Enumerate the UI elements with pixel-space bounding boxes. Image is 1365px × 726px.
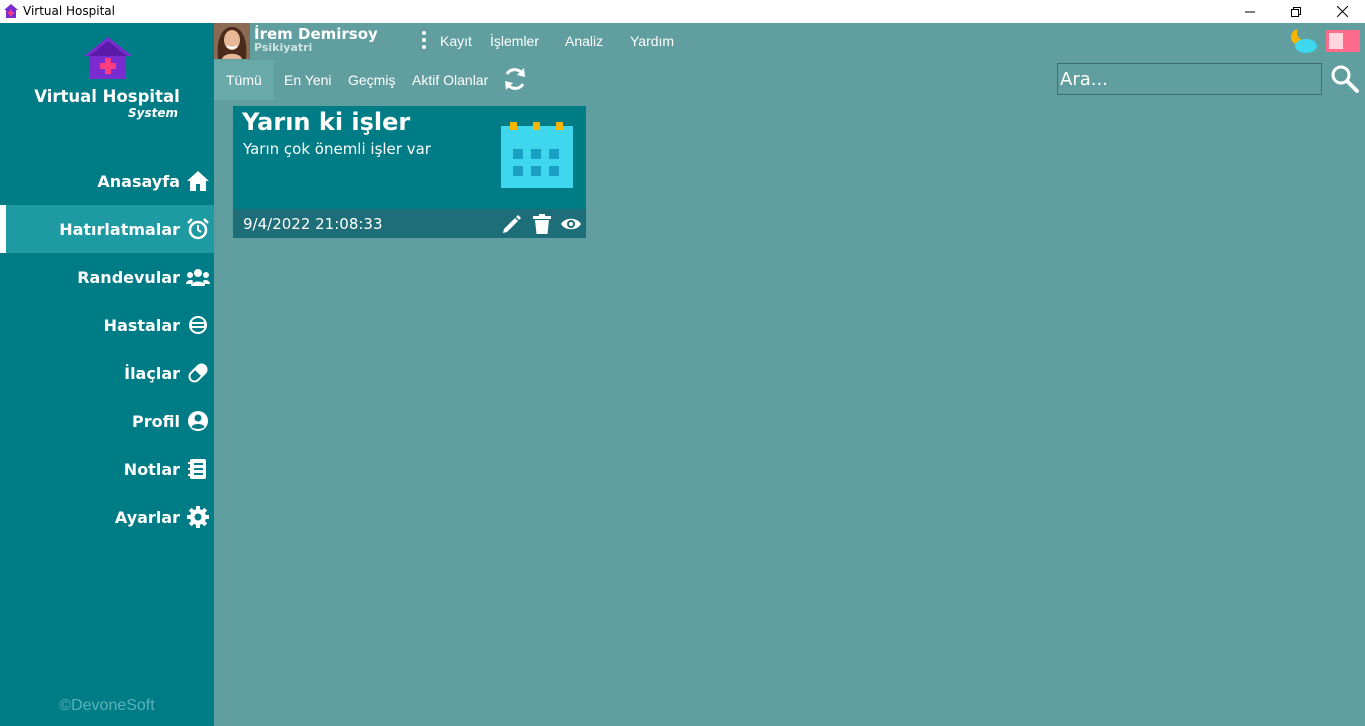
- menu-yardim[interactable]: Yardım: [630, 33, 674, 49]
- menu-kayit[interactable]: Kayıt: [440, 33, 472, 49]
- view-icon[interactable]: [560, 213, 582, 235]
- sidebar-item-label: Randevular: [77, 267, 180, 287]
- sidebar-item-label: Notlar: [123, 459, 180, 479]
- copyright-text: ©DevoneSoft: [59, 697, 155, 714]
- restore-icon: [1291, 6, 1301, 17]
- hospital-logo: [84, 37, 132, 79]
- account-circle-icon: [186, 409, 210, 433]
- brand-title: Virtual Hospital: [34, 87, 180, 106]
- sidebar-item-label: Anasayfa: [97, 171, 180, 191]
- sidebar-item-anasayfa[interactable]: Anasayfa: [0, 157, 214, 205]
- edit-icon[interactable]: [501, 213, 523, 235]
- app-icon: [4, 4, 18, 18]
- brand-subtitle: System: [128, 106, 178, 120]
- minimize-button[interactable]: [1227, 0, 1273, 23]
- sidebar-item-ilaclar[interactable]: İlaçlar: [0, 349, 214, 397]
- home-icon: [186, 169, 210, 193]
- delete-icon[interactable]: [531, 213, 553, 235]
- sidebar-item-label: İlaçlar: [124, 363, 180, 383]
- people-icon: [186, 265, 210, 289]
- main-content: İrem Demirsoy Psikiyatri Kayıt İşlemler …: [214, 23, 1365, 726]
- menu-analiz[interactable]: Analiz: [565, 33, 603, 49]
- window-title: Virtual Hospital: [23, 4, 115, 18]
- gear-icon: [186, 505, 210, 529]
- alarm-clock-icon: [186, 217, 210, 241]
- more-options-icon[interactable]: [420, 31, 428, 51]
- window-titlebar: Virtual Hospital: [0, 0, 1365, 23]
- sidebar-item-ayarlar[interactable]: Ayarlar: [0, 493, 214, 541]
- patient-icon: [186, 313, 210, 337]
- close-button[interactable]: [1319, 0, 1365, 23]
- notebook-icon: [186, 457, 210, 481]
- minimize-icon: [1245, 11, 1255, 12]
- menu-islemler[interactable]: İşlemler: [490, 33, 539, 49]
- reminder-title: Yarın ki işler: [242, 108, 411, 136]
- tab-gecmis[interactable]: Geçmiş: [336, 60, 407, 100]
- tab-tumu[interactable]: Tümü: [214, 60, 274, 100]
- search-input[interactable]: [1058, 64, 1321, 94]
- search-icon[interactable]: [1330, 63, 1360, 95]
- user-role: Psikiyatri: [254, 41, 313, 54]
- reminder-card[interactable]: Yarın ki işler Yarın çok önemli işler va…: [233, 106, 586, 238]
- sidebar-item-profil[interactable]: Profil: [0, 397, 214, 445]
- sidebar-item-label: Hatırlatmalar: [59, 219, 180, 239]
- calendar-icon: [501, 122, 573, 188]
- refresh-icon[interactable]: [502, 66, 528, 92]
- reminder-footer: 9/4/2022 21:08:33: [233, 209, 586, 238]
- reminder-datetime: 9/4/2022 21:08:33: [243, 215, 383, 233]
- sidebar-item-notlar[interactable]: Notlar: [0, 445, 214, 493]
- avatar[interactable]: [214, 23, 250, 59]
- sidebar-item-label: Profil: [132, 411, 180, 431]
- close-icon: [1336, 6, 1348, 17]
- pill-icon: [186, 361, 210, 385]
- toggle-switch-icon[interactable]: [1326, 30, 1360, 52]
- sidebar-item-label: Ayarlar: [114, 507, 180, 527]
- reminder-description: Yarın çok önemli işler var: [243, 140, 431, 158]
- tab-en-yeni[interactable]: En Yeni: [272, 60, 344, 100]
- tab-aktif-olanlar[interactable]: Aktif Olanlar: [400, 60, 500, 100]
- restore-button[interactable]: [1273, 0, 1319, 23]
- sidebar: Virtual Hospital System Anasayfa Hatırla…: [0, 23, 214, 726]
- sidebar-item-label: Hastalar: [103, 315, 180, 335]
- theme-toggle-icon[interactable]: [1288, 27, 1318, 55]
- sidebar-item-randevular[interactable]: Randevular: [0, 253, 214, 301]
- sidebar-item-hastalar[interactable]: Hastalar: [0, 301, 214, 349]
- search-input-wrapper: [1057, 63, 1322, 95]
- sidebar-item-hatirlatmalar[interactable]: Hatırlatmalar: [0, 205, 214, 253]
